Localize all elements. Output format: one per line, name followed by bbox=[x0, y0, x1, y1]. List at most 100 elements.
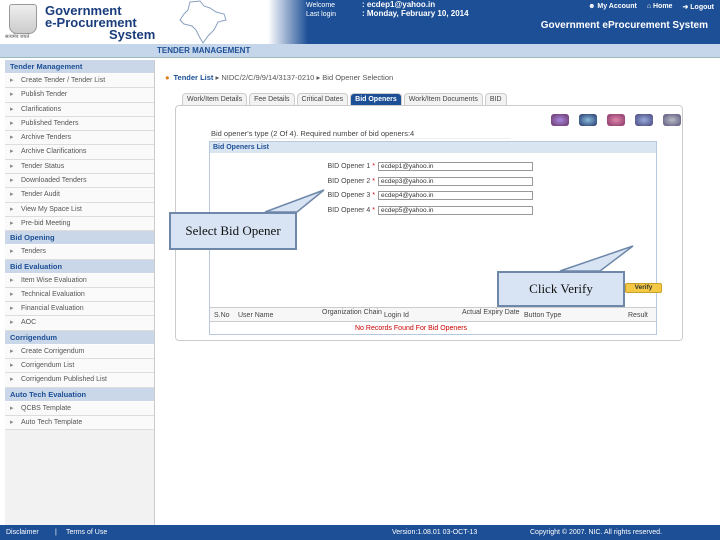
sidebar-item[interactable]: Corrigendum List bbox=[5, 359, 154, 374]
bid-opener-input[interactable]: ecdep5@yahoo.in bbox=[378, 205, 533, 215]
sidebar-item[interactable]: Archive Clarifications bbox=[5, 145, 154, 160]
group-icon[interactable] bbox=[635, 114, 653, 126]
sidebar-item[interactable]: QCBS Template bbox=[5, 401, 154, 416]
welcome-label: Welcome bbox=[306, 2, 336, 9]
sidebar-item[interactable]: Create Tender / Tender List bbox=[5, 74, 154, 89]
required-mark: * bbox=[372, 206, 375, 214]
sidebar-item[interactable]: Clarifications bbox=[5, 102, 154, 117]
sidebar-item[interactable]: Archive Tenders bbox=[5, 131, 154, 146]
sidebar-item[interactable]: Tenders bbox=[5, 245, 154, 260]
version-text: Version:1.08.01 03-OCT-13 bbox=[392, 529, 478, 536]
table-column-header: Button Type bbox=[524, 312, 562, 319]
top-links: ☻ My Account ⌂ Home ➜ Logout bbox=[588, 3, 714, 11]
settings-icon[interactable] bbox=[551, 114, 569, 126]
bid-opener-row: BID Opener 4 * ecdep5@yahoo.in bbox=[320, 205, 533, 215]
breadcrumb-tender-list[interactable]: Tender List bbox=[174, 73, 214, 82]
tab[interactable]: Fee Details bbox=[249, 93, 295, 105]
tab-bar: Work/Item Details Fee Details Critical Dat… bbox=[182, 93, 509, 105]
sidebar-item[interactable]: Publish Tender bbox=[5, 88, 154, 103]
copyright-text: Copyright © 2007. NIC. All rights reserv… bbox=[530, 529, 662, 536]
bullet-icon: ● bbox=[165, 73, 170, 82]
logout-icon: ➜ bbox=[682, 4, 689, 11]
users-icon[interactable] bbox=[607, 114, 625, 126]
bid-opener-label-text: BID Opener 1 bbox=[327, 163, 371, 170]
footer: Disclaimer | Terms of Use Version:1.08.0… bbox=[0, 525, 720, 540]
sidebar-item[interactable]: AOC bbox=[5, 316, 154, 331]
required-mark: * bbox=[372, 163, 375, 170]
bid-opener-type-text: Bid opener's type (2 Of 4). Required num… bbox=[211, 129, 511, 139]
sidebar-item[interactable]: Tender Audit bbox=[5, 188, 154, 203]
terms-link[interactable]: Terms of Use bbox=[66, 525, 107, 540]
bid-opener-label: BID Opener 4 * bbox=[320, 206, 376, 214]
sidebar-item[interactable]: Item Wise Evaluation bbox=[5, 273, 154, 288]
main-content: ● Tender List ▸ NIDC/2/C/9/9/14/3137-0210… bbox=[160, 60, 720, 525]
table-column-header: S.No bbox=[214, 312, 230, 319]
table-column-header: Login Id bbox=[384, 312, 409, 319]
welcome-value: : ecdep1@yahoo.in bbox=[362, 0, 436, 9]
sidebar-item[interactable]: Corrigendum Published List bbox=[5, 373, 154, 388]
no-records-message: No Records Found For Bid Openers bbox=[355, 325, 468, 332]
breadcrumb-ref[interactable]: NIDC/2/C/9/9/14/3137-0210 bbox=[221, 73, 314, 82]
my-account-link[interactable]: ☻ My Account bbox=[588, 3, 637, 11]
breadcrumb: ● Tender List ▸ NIDC/2/C/9/9/14/3137-0210… bbox=[165, 73, 393, 82]
sidebar-item[interactable]: Published Tenders bbox=[5, 116, 154, 132]
last-login-value: : Monday, February 10, 2014 bbox=[362, 9, 469, 18]
sidebar: Tender ManagementCreate Tender / Tender … bbox=[5, 60, 155, 525]
table-column-header: User Name bbox=[238, 312, 274, 319]
sidebar-item[interactable]: Tender Status bbox=[5, 159, 154, 175]
home-link[interactable]: ⌂ Home bbox=[647, 3, 673, 11]
bid-opener-label: BID Opener 3 * bbox=[320, 192, 376, 199]
sidebar-item[interactable]: Create Corrigendum bbox=[5, 344, 154, 360]
tab[interactable]: Work/Item Details bbox=[182, 93, 248, 105]
bid-opener-input[interactable]: ecdep3@yahoo.in bbox=[378, 176, 533, 186]
sidebar-item[interactable]: Financial Evaluation bbox=[5, 302, 154, 317]
bid-opener-row: BID Opener 2 * ecdep3@yahoo.in bbox=[320, 176, 533, 186]
table-column-header: Actual Expiry Date bbox=[462, 309, 520, 316]
toolbar-icons bbox=[551, 114, 681, 126]
tab[interactable]: BID bbox=[484, 93, 507, 105]
sidebar-section-title: Bid Evaluation bbox=[5, 259, 154, 274]
select-bid-opener-callout: Select Bid Opener bbox=[169, 212, 297, 250]
sidebar-item[interactable]: Technical Evaluation bbox=[5, 287, 154, 303]
required-mark: * bbox=[372, 177, 375, 185]
sidebar-item[interactable]: Pre-bid Meeting bbox=[5, 216, 154, 232]
user-info-values: : ecdep1@yahoo.in : Monday, February 10,… bbox=[362, 0, 469, 18]
bid-opener-row: BID Opener 1 * ecdep1@yahoo.in bbox=[320, 162, 533, 171]
logo[interactable]: सत्यमेव जयते Government e-Procurement Sy… bbox=[5, 2, 155, 42]
add-user-icon[interactable] bbox=[663, 114, 681, 126]
header: सत्यमेव जयते Government e-Procurement Sy… bbox=[0, 0, 720, 44]
bid-opener-label: BID Opener 1 * bbox=[320, 163, 376, 170]
bid-opener-label-text: BID Opener 4 bbox=[327, 206, 371, 214]
section-navbar: TENDER MANAGEMENT bbox=[0, 44, 720, 58]
bid-opener-label-text: BID Opener 2 bbox=[327, 177, 371, 185]
header-bar: Welcome Last login : ecdep1@yahoo.in : M… bbox=[268, 0, 720, 44]
logout-link[interactable]: ➜ Logout bbox=[682, 3, 714, 11]
sidebar-section-title: Tender Management bbox=[5, 60, 154, 74]
table-column-header: Organization Chain bbox=[322, 309, 382, 316]
sidebar-section-title: Bid Opening bbox=[5, 231, 154, 246]
disclaimer-link[interactable]: Disclaimer bbox=[6, 525, 39, 540]
footer-separator: | bbox=[55, 529, 57, 536]
click-verify-callout: Click Verify bbox=[497, 271, 625, 307]
tab[interactable]: Bid Openers bbox=[350, 93, 402, 105]
sidebar-section-title: Auto Tech Evaluation bbox=[5, 387, 154, 402]
sidebar-item[interactable]: View My Space List bbox=[5, 202, 154, 217]
emblem-caption: सत्यमेव जयते bbox=[5, 34, 30, 40]
verify-button[interactable]: Verify bbox=[625, 283, 662, 293]
bid-openers-table-header: S.No User Name Organization Chain Login Id A… bbox=[210, 307, 656, 322]
bid-openers-list-title: Bid Openers List bbox=[210, 142, 656, 153]
sidebar-item[interactable]: Downloaded Tenders bbox=[5, 174, 154, 189]
bid-opener-input[interactable]: ecdep4@yahoo.in bbox=[378, 191, 533, 200]
section-title: TENDER MANAGEMENT bbox=[157, 46, 251, 55]
table-column-header: Result bbox=[628, 312, 648, 319]
last-login-label: Last login bbox=[306, 11, 336, 18]
tab[interactable]: Work/Item Documents bbox=[403, 93, 483, 105]
sidebar-item[interactable]: Auto Tech Template bbox=[5, 415, 154, 431]
home-icon: ⌂ bbox=[646, 3, 652, 10]
system-title: Government eProcurement System bbox=[540, 20, 708, 31]
user-icon[interactable] bbox=[579, 114, 597, 126]
user-icon: ☻ bbox=[588, 3, 596, 10]
tab[interactable]: Critical Dates bbox=[296, 93, 349, 105]
national-emblem-icon bbox=[9, 4, 37, 34]
bid-opener-input[interactable]: ecdep1@yahoo.in bbox=[378, 162, 533, 171]
